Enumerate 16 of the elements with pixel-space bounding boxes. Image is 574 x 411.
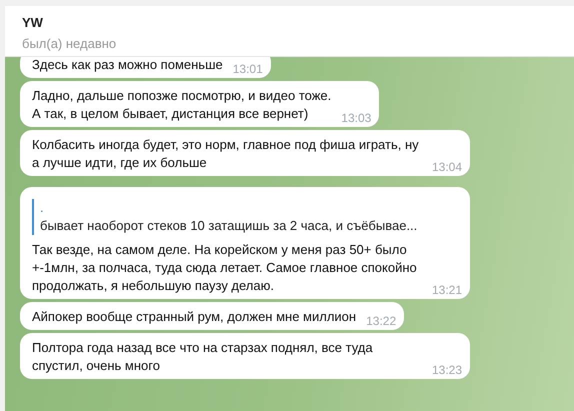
contact-name: YW [22,15,44,30]
message-time: 13:03 [341,110,372,126]
message-time: 13:22 [366,313,396,329]
message-time: 13:21 [432,282,462,298]
quote-author: . [40,199,45,217]
message-text: Ладно, дальше попозже посмотрю, и видео тоже. А так, в целом бывает, дистанция все вернет) [32,87,332,123]
message-time: 13:04 [432,159,462,175]
message-time: 13:23 [432,362,462,378]
message-text: Так везде, на самом деле. На корейском у меня раз 50+ было +-1млн, за полчаса, туда сюда летает. Самое главное спокойно продолжать, я небольшую паузу делаю. [32,241,418,295]
last-seen-status: был(а) недавно [22,36,118,51]
quote-text: бывает наоборот стеков 10 затащишь за 2 часа, и съёбывае... [40,217,418,235]
message-text: Полтора года назад все что на старзах поднял, все туда спустил, очень много [32,339,374,375]
message-text: Айпокер вообще странный рум, должен мне миллион [32,308,356,326]
message-time: 13:01 [232,61,263,77]
message-text: Колбасить иногда будет, это норм, главное под фиша играть, ну а лучше идти, где их больше [32,136,420,172]
message-text: Здесь как раз можно поменьше [32,57,223,74]
